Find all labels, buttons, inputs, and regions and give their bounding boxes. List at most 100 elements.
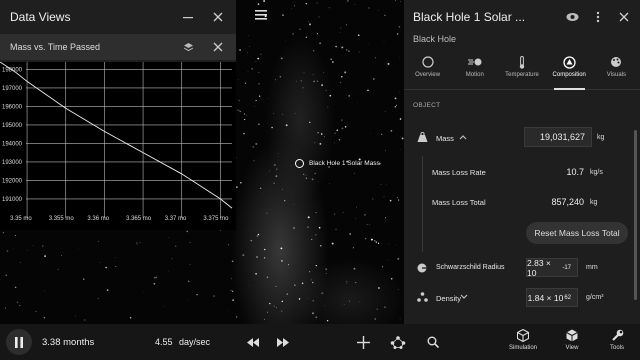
star: [255, 142, 258, 145]
chevron-down-icon[interactable]: [460, 293, 468, 303]
pause-button[interactable]: [6, 329, 32, 355]
star: [19, 305, 21, 306]
object-title: Black Hole 1 Solar ...: [413, 10, 526, 24]
star: [282, 14, 284, 16]
star: [230, 278, 232, 280]
star: [384, 306, 386, 308]
star: [367, 89, 369, 92]
add-object-button[interactable]: [355, 334, 371, 350]
panel-scrollbar[interactable]: [634, 130, 637, 300]
star: [250, 239, 253, 242]
network-icon[interactable]: [390, 334, 406, 350]
star: [348, 95, 351, 97]
chart-plot: 1980001970001960001950001940001930001920…: [0, 62, 233, 222]
view-menu-button[interactable]: View: [552, 328, 592, 358]
star: [231, 260, 234, 263]
star: [273, 113, 274, 114]
close-icon[interactable]: [210, 9, 226, 25]
star: [2, 232, 4, 234]
star: [353, 267, 356, 270]
star: [202, 305, 204, 307]
minimize-icon[interactable]: [180, 9, 196, 25]
density-input[interactable]: 1.84 × 10 62: [526, 288, 578, 307]
tab-overview[interactable]: Overview: [404, 52, 451, 89]
star: [346, 282, 347, 284]
star: [341, 127, 344, 130]
star: [246, 114, 248, 116]
star: [300, 80, 302, 82]
star: [320, 133, 323, 135]
close-chart-icon[interactable]: [210, 39, 226, 55]
star: [398, 26, 401, 28]
tab-composition[interactable]: Composition: [546, 52, 593, 90]
star: [311, 178, 314, 181]
reset-mass-loss-button[interactable]: Reset Mass Loss Total: [526, 222, 628, 244]
star: [263, 257, 266, 259]
star: [380, 184, 382, 185]
mass-loss-rate-value: 10.7: [566, 167, 584, 177]
density-exponent: 62: [564, 294, 571, 301]
mass-series-line: [0, 62, 233, 209]
star: [341, 46, 344, 49]
more-options-icon[interactable]: [590, 9, 606, 25]
layers-icon[interactable]: [180, 39, 196, 55]
star: [249, 46, 251, 47]
star: [266, 276, 269, 278]
star: [44, 255, 46, 257]
fast-forward-button[interactable]: [275, 334, 291, 350]
star: [340, 27, 342, 29]
tab-motion[interactable]: Motion: [451, 52, 498, 89]
pause-icon: [15, 336, 23, 348]
star: [301, 282, 304, 285]
star: [277, 244, 278, 245]
star: [303, 173, 305, 175]
time-rate-unit[interactable]: day/sec: [179, 337, 210, 347]
menu-icon[interactable]: [254, 8, 268, 22]
star: [26, 250, 28, 251]
star: [98, 241, 99, 242]
tab-label: Motion: [465, 72, 484, 78]
eye-icon[interactable]: [564, 9, 580, 25]
star: [354, 173, 355, 174]
star: [342, 211, 344, 213]
star: [236, 186, 238, 188]
chevron-up-icon[interactable]: [459, 133, 467, 143]
star: [261, 193, 263, 195]
rewind-button[interactable]: [245, 334, 261, 350]
star: [257, 233, 260, 236]
star: [376, 308, 378, 310]
composition-icon: [562, 55, 576, 69]
data-views-title: Data Views: [10, 10, 71, 24]
star: [319, 142, 322, 145]
close-icon[interactable]: [616, 9, 632, 25]
star: [16, 301, 19, 303]
time-rate-value[interactable]: 4.55: [155, 337, 173, 347]
star: [344, 126, 347, 128]
density-unit: g/cm³: [586, 294, 604, 301]
star: [290, 165, 292, 166]
star: [13, 248, 14, 250]
search-icon[interactable]: [425, 334, 441, 350]
mass-input[interactable]: 19,031,627: [524, 127, 592, 147]
mass-label: Mass: [436, 134, 454, 143]
star: [256, 235, 259, 237]
star: [307, 216, 310, 219]
object-marker[interactable]: [295, 159, 304, 168]
star: [282, 189, 283, 191]
mass-loss-total-unit: kg: [590, 199, 598, 206]
simulation-menu-button[interactable]: Simulation: [503, 328, 543, 358]
mass-loss-rate-unit: kg/s: [590, 169, 603, 176]
object-label[interactable]: Black Hole 1 Solar Mass: [309, 160, 380, 167]
tools-menu-button[interactable]: Tools: [597, 328, 637, 358]
star: [231, 290, 234, 292]
star: [374, 318, 377, 320]
star: [317, 132, 319, 134]
star: [255, 61, 257, 63]
tab-temperature[interactable]: Temperature: [498, 52, 545, 89]
schwarzschild-input[interactable]: 2.83 × 10 -17: [526, 258, 578, 278]
star: [394, 97, 397, 100]
star: [44, 290, 46, 292]
star: [366, 224, 368, 225]
tab-visuals[interactable]: Visuals: [593, 52, 640, 89]
star: [305, 177, 308, 180]
